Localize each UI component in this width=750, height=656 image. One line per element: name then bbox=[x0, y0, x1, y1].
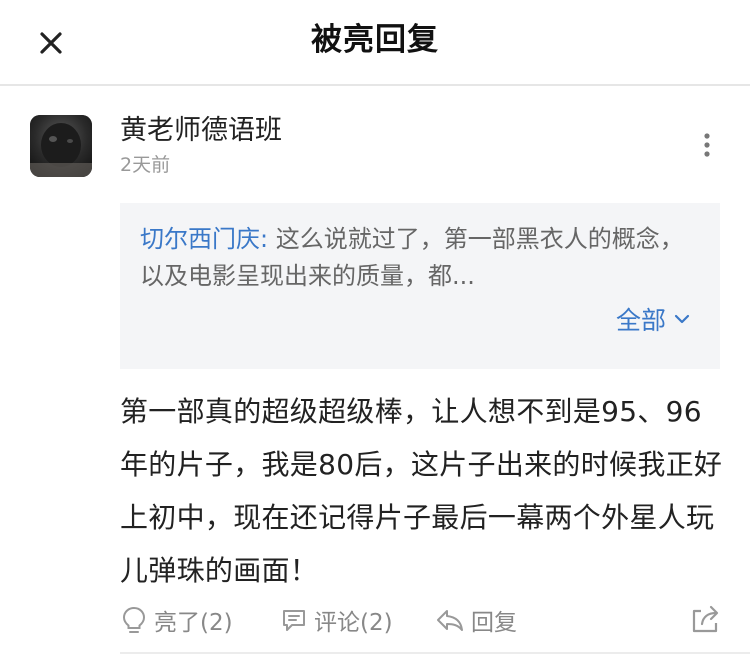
quote-author[interactable]: 切尔西门庆: bbox=[140, 225, 268, 253]
timestamp: 2天前 bbox=[120, 154, 171, 176]
username[interactable]: 黄老师德语班 bbox=[120, 112, 282, 150]
action-bar: 亮了(2) 评论(2) 回复 bbox=[120, 600, 730, 640]
expand-label: 全部 bbox=[615, 306, 666, 335]
quote-text: 切尔西门庆: 这么说就过了，第一部黑衣人的概念，以及电影呈现出来的质量，都... bbox=[140, 221, 705, 295]
quoted-reply[interactable]: 切尔西门庆: 这么说就过了，第一部黑衣人的概念，以及电影呈现出来的质量，都...… bbox=[120, 203, 720, 369]
header-divider bbox=[0, 84, 750, 86]
like-button[interactable]: 亮了(2) bbox=[120, 600, 233, 640]
avatar-image bbox=[30, 115, 92, 177]
share-icon bbox=[692, 605, 719, 633]
more-vertical-icon bbox=[704, 133, 710, 157]
reply-label: 回复 bbox=[471, 610, 517, 636]
avatar[interactable] bbox=[30, 115, 92, 177]
comment-body: 第一部真的超级超级棒，让人想不到是95、96年的片子，我是80后，这片子出来的时… bbox=[120, 395, 723, 587]
reply-icon bbox=[437, 610, 463, 631]
reply-button[interactable]: 回复 bbox=[435, 600, 517, 640]
share-button[interactable] bbox=[688, 602, 722, 636]
top-bar: 被亮回复 bbox=[0, 0, 750, 84]
comment-label: 评论(2) bbox=[314, 610, 393, 636]
more-options-button[interactable] bbox=[692, 130, 722, 160]
lightbulb-icon bbox=[122, 606, 146, 633]
bottom-divider bbox=[120, 652, 750, 654]
expand-button[interactable]: 全部 bbox=[616, 301, 690, 337]
page-title: 被亮回复 bbox=[311, 22, 439, 58]
comment-icon bbox=[283, 610, 305, 631]
comment-button[interactable]: 评论(2) bbox=[280, 600, 393, 640]
chevron-down-icon bbox=[674, 314, 690, 324]
like-label: 亮了(2) bbox=[154, 610, 233, 636]
